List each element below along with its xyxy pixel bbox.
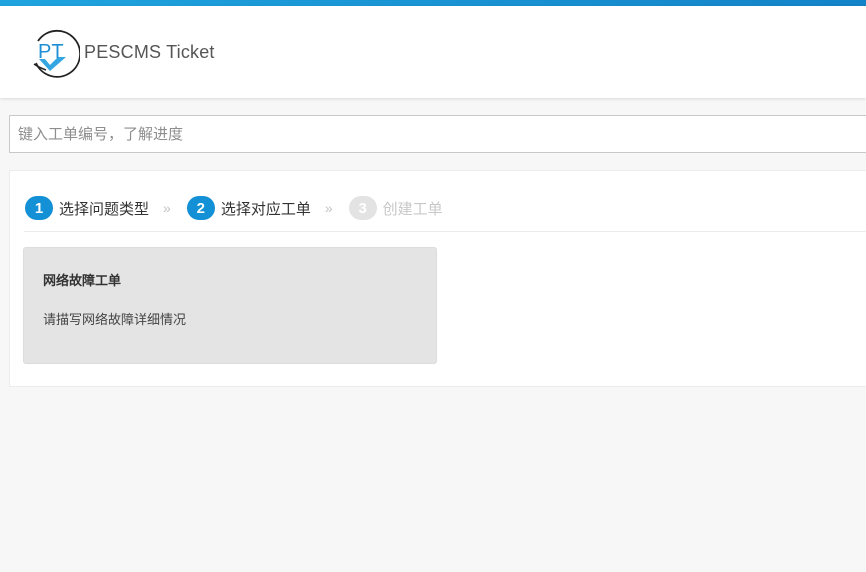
logo-lettering: PT bbox=[38, 41, 64, 63]
step-separator: » bbox=[324, 200, 333, 216]
step-separator: » bbox=[163, 200, 171, 216]
step-label: 创建工单 bbox=[382, 199, 443, 218]
step-number: 1 bbox=[25, 196, 53, 220]
step-label: 选择对应工单 bbox=[220, 199, 311, 218]
ticket-type-title: 网络故障工单 bbox=[43, 274, 122, 289]
wizard-steps: 1 选择问题类型 » 2 选择对应工单 » 3 创建工单 bbox=[25, 193, 443, 223]
step-number: 2 bbox=[186, 196, 215, 220]
brand-name: PESCMS Ticket bbox=[84, 42, 215, 62]
step-choose-type[interactable]: 1 选择问题类型 bbox=[25, 196, 149, 220]
step-label: 选择问题类型 bbox=[59, 199, 150, 218]
ticket-wizard-panel: 1 选择问题类型 » 2 选择对应工单 » 3 创建工单 网络故障工单 请描写网… bbox=[9, 170, 866, 387]
ticket-type-card[interactable]: 网络故障工单 请描写网络故障详细情况 bbox=[23, 247, 437, 364]
step-number: 3 bbox=[348, 196, 377, 220]
site-header: PT PESCMS Ticket bbox=[0, 6, 866, 98]
pescms-logo[interactable]: PT bbox=[28, 27, 80, 79]
ticket-type-description: 请描写网络故障详细情况 bbox=[43, 313, 187, 328]
ticket-search-input[interactable] bbox=[9, 115, 866, 153]
step-choose-ticket[interactable]: 2 选择对应工单 bbox=[186, 196, 311, 220]
step-create-ticket: 3 创建工单 bbox=[348, 196, 443, 220]
divider bbox=[24, 231, 866, 232]
